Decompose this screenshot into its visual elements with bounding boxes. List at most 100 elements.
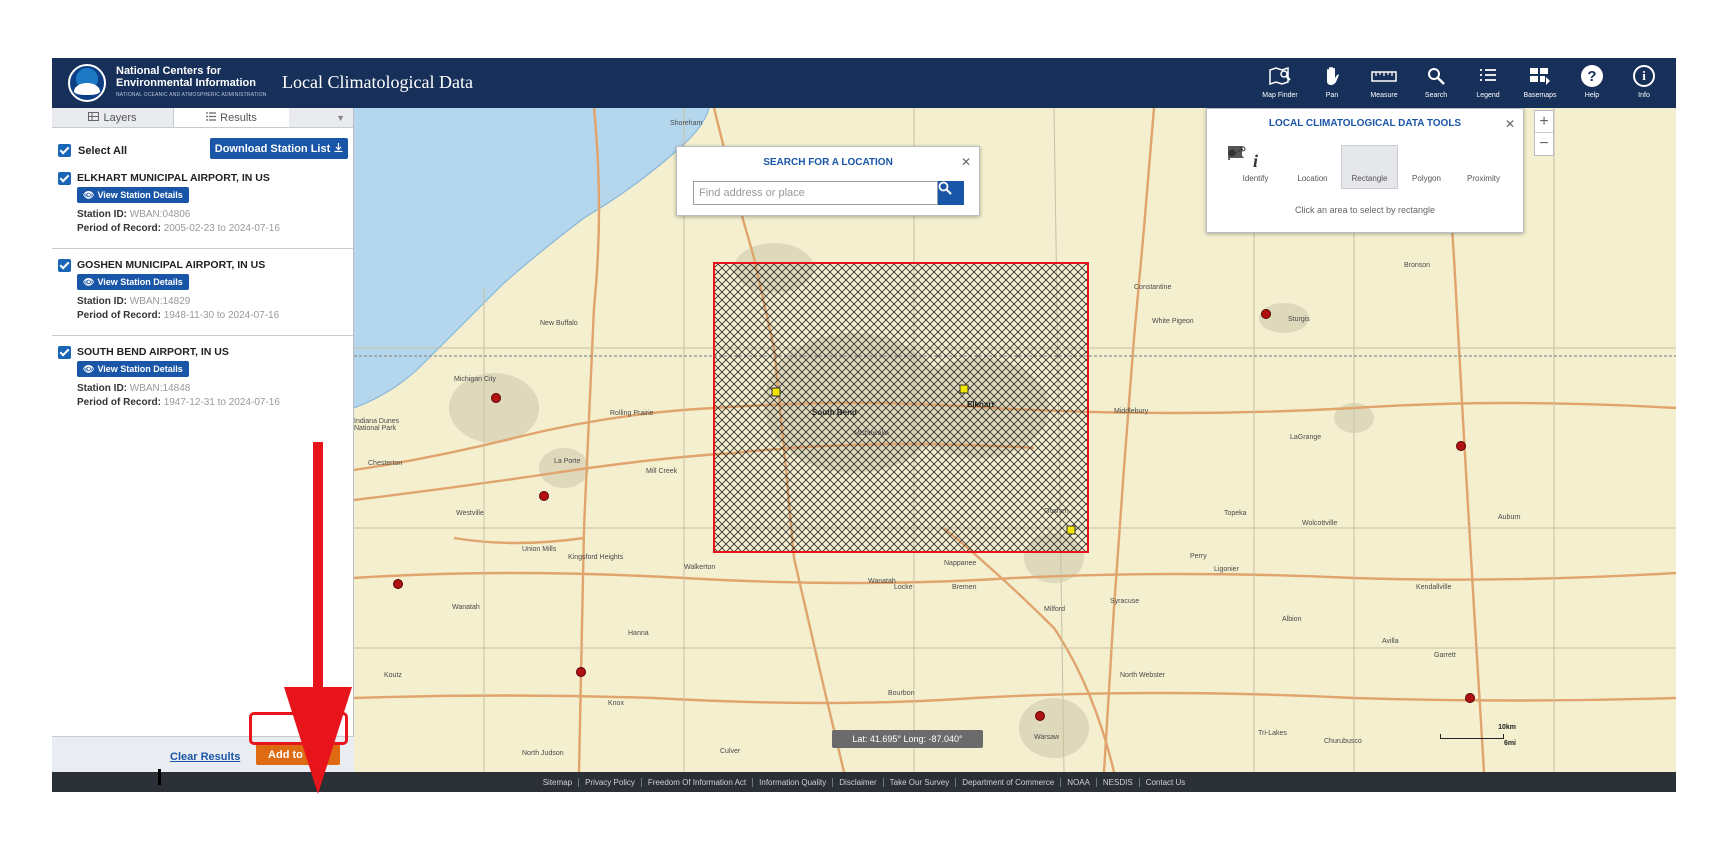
tab-results[interactable]: Results: [174, 108, 289, 127]
station-name: ELKHART MUNICIPAL AIRPORT, IN US: [77, 172, 270, 184]
org-name: National Centers for Environmental Infor…: [116, 65, 256, 89]
annotation-tick: [158, 769, 161, 785]
footer-link[interactable]: Take Our Survey: [884, 777, 957, 787]
map-view[interactable]: Shoreham New Buffalo Michigan City India…: [354, 108, 1676, 772]
selected-station-marker[interactable]: [959, 384, 969, 394]
tool-label: Map Finder: [1262, 92, 1298, 99]
tool-label: Help: [1584, 92, 1600, 99]
map-label: Kendallville: [1416, 584, 1452, 591]
station-checkbox[interactable]: [58, 346, 71, 359]
map-label: Union Mills: [522, 546, 557, 553]
map-label: Churubusco: [1324, 738, 1362, 745]
footer-link[interactable]: NOAA: [1061, 777, 1097, 787]
station-id-value: WBAN:14829: [129, 296, 191, 307]
search-tool-button[interactable]: Search: [1410, 62, 1462, 106]
search-icon: [1427, 62, 1445, 90]
collapse-caret-icon[interactable]: ▼: [289, 108, 353, 127]
footer-link[interactable]: Information Quality: [753, 777, 834, 787]
measure-button[interactable]: Measure: [1358, 62, 1410, 106]
selected-station-marker[interactable]: [771, 387, 781, 397]
map-label: Ligonier: [1214, 566, 1239, 573]
identify-icon: i: [1252, 150, 1258, 171]
search-input[interactable]: [693, 181, 938, 205]
map-label: Tri-Lakes: [1258, 730, 1287, 737]
selection-rectangle[interactable]: [713, 262, 1089, 553]
view-station-details-button[interactable]: 👁 View Station Details: [77, 361, 189, 377]
map-label: Garrett: [1434, 652, 1456, 659]
sidebar-tabs: Layers Results ▼: [52, 108, 353, 128]
map-label: Perry: [1190, 553, 1207, 560]
location-tool[interactable]: Location: [1228, 145, 1341, 189]
station-id-label: Station ID:: [77, 209, 127, 220]
footer-link[interactable]: Freedom Of Information Act: [642, 777, 754, 787]
map-label: South Bend: [812, 408, 857, 417]
polygon-tool[interactable]: Polygon: [1229, 145, 1455, 189]
org-subtitle: NATIONAL OCEANIC AND ATMOSPHERIC ADMINIS…: [116, 92, 267, 98]
tab-layers[interactable]: Layers: [52, 108, 174, 127]
map-label: Chesterton: [368, 460, 403, 467]
footer-link[interactable]: Sitemap: [537, 777, 580, 787]
map-label: Mill Creek: [646, 468, 678, 475]
map-label: Albion: [1282, 616, 1302, 623]
station-item: GOSHEN MUNICIPAL AIRPORT, IN US 👁 View S…: [52, 249, 353, 336]
map-label: New Buffalo: [540, 320, 578, 327]
map-finder-button[interactable]: Map Finder: [1254, 62, 1306, 106]
rectangle-tool[interactable]: Rectangle: [1228, 145, 1398, 189]
tool-label: Identify: [1242, 174, 1269, 183]
select-all-label: Select All: [78, 145, 128, 157]
help-button[interactable]: ? Help: [1566, 62, 1618, 106]
list-icon: [206, 111, 217, 124]
basemaps-button[interactable]: Basemaps: [1514, 62, 1566, 106]
map-label: Knox: [608, 700, 624, 707]
station-checkbox[interactable]: [58, 172, 71, 185]
map-label: Michigan City: [454, 376, 497, 383]
map-label: Westville: [456, 510, 484, 517]
basemaps-icon: [1529, 62, 1551, 90]
map-label: Bremen: [952, 584, 977, 591]
select-all-checkbox[interactable]: [58, 144, 71, 157]
tool-label: Legend: [1476, 92, 1500, 99]
station-id-line: Station ID: WBAN:04806: [77, 209, 190, 220]
info-button[interactable]: i Info: [1618, 62, 1670, 106]
zoom-in-button[interactable]: +: [1535, 111, 1553, 133]
selected-station-marker[interactable]: [1066, 525, 1076, 535]
period-value: 1947-12-31 to 2024-07-16: [163, 397, 280, 408]
noaa-logo[interactable]: [68, 64, 106, 102]
pan-button[interactable]: Pan: [1306, 62, 1358, 106]
legend-button[interactable]: Legend: [1462, 62, 1514, 106]
map-label: Koutz: [384, 672, 402, 679]
close-icon[interactable]: ✕: [1505, 117, 1515, 131]
download-station-list-button[interactable]: Download Station List: [210, 138, 348, 159]
map-label: Auburn: [1498, 514, 1521, 521]
tool-label: Basemaps: [1523, 92, 1557, 99]
map-label: Goshen: [1044, 508, 1069, 515]
period-label: Period of Record:: [77, 223, 161, 234]
search-submit-button[interactable]: [938, 181, 964, 205]
view-station-details-button[interactable]: 👁 View Station Details: [77, 274, 189, 290]
period-line: Period of Record: 1948-11-30 to 2024-07-…: [77, 310, 279, 321]
footer-link[interactable]: NESDIS: [1097, 777, 1140, 787]
footer-link[interactable]: Department of Commerce: [956, 777, 1062, 787]
period-label: Period of Record:: [77, 310, 161, 321]
zoom-out-button[interactable]: −: [1535, 133, 1553, 155]
scale-bar: 10km 6mi: [1440, 724, 1516, 750]
map-label: Wanatah: [868, 578, 896, 585]
scale-line: [1440, 734, 1504, 739]
app-header: National Centers for Environmental Infor…: [52, 58, 1676, 108]
map-label: Bronson: [1404, 262, 1431, 269]
map-label: Milford: [1044, 606, 1066, 613]
footer-link[interactable]: Contact Us: [1140, 778, 1192, 787]
proximity-tool[interactable]: Proximity: [1228, 145, 1512, 189]
tools-panel-title: LOCAL CLIMATOLOGICAL DATA TOOLS: [1268, 118, 1462, 129]
station-checkbox[interactable]: [58, 259, 71, 272]
map-label: Nappanee: [944, 560, 977, 567]
close-icon[interactable]: ✕: [961, 155, 971, 169]
map-label: La Porte: [554, 458, 581, 465]
view-station-details-button[interactable]: 👁 View Station Details: [77, 187, 189, 203]
map-label: Bourbon: [888, 690, 915, 697]
clear-results-link[interactable]: Clear Results: [170, 751, 240, 763]
footer-link[interactable]: Privacy Policy: [579, 777, 642, 787]
station-id-value: WBAN:14848: [129, 383, 191, 394]
tool-label: Info: [1638, 92, 1650, 99]
footer-link[interactable]: Disclaimer: [833, 777, 884, 787]
